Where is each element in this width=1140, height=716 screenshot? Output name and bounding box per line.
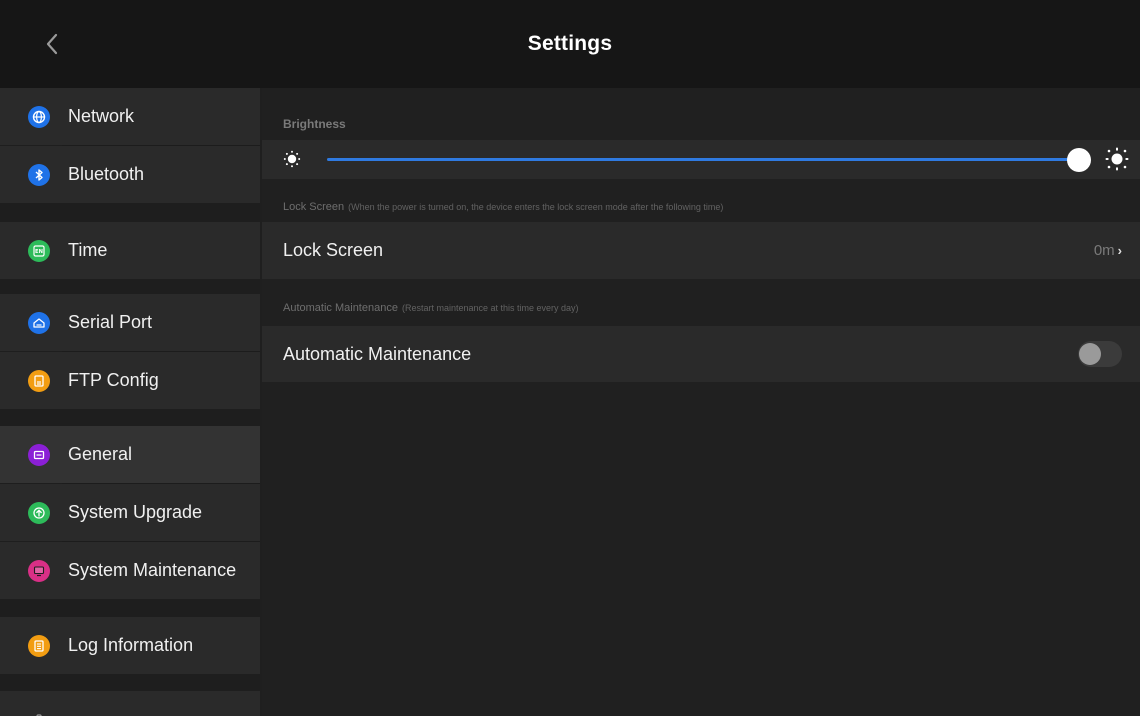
monitor-icon xyxy=(28,559,50,582)
settings-content: Brightness Lock Screen (When the power is… xyxy=(262,88,1140,716)
auto-maintenance-section-note: (Restart maintenance at this time every … xyxy=(401,303,579,313)
sidebar-item-partial[interactable] xyxy=(0,691,260,716)
sidebar-item-label: Time xyxy=(68,240,108,260)
brightness-row xyxy=(262,140,1140,179)
file-icon xyxy=(28,369,50,392)
chevron-left-icon xyxy=(46,33,58,55)
sidebar-item-log-information[interactable]: Log Information xyxy=(0,617,260,674)
sidebar-item-label: Serial Port xyxy=(68,312,153,332)
lock-screen-label: Lock Screen xyxy=(283,240,384,260)
sidebar-item-label: System Upgrade xyxy=(68,502,203,522)
sidebar-item-label: Network xyxy=(68,106,135,126)
auto-maintenance-section-title: Automatic Maintenance (Restart maintenanc… xyxy=(283,302,579,314)
brightness-label: Brightness xyxy=(283,117,346,131)
globe-icon xyxy=(28,105,50,128)
sidebar-item-system-upgrade[interactable]: System Upgrade xyxy=(0,484,260,541)
sidebar-item-label: System Maintenance xyxy=(68,560,237,580)
back-button[interactable] xyxy=(34,26,70,62)
svg-text:EN: EN xyxy=(35,249,43,255)
auto-maintenance-row: Automatic Maintenance xyxy=(262,326,1140,382)
lock-screen-section-title: Lock Screen (When the power is turned on,… xyxy=(283,201,723,213)
sidebar-item-label: Log Information xyxy=(68,635,194,655)
serial-port-icon xyxy=(28,311,50,334)
device-icon xyxy=(28,709,50,716)
sidebar-item-time[interactable]: EN Time xyxy=(0,222,260,279)
auto-maintenance-toggle[interactable] xyxy=(1078,341,1122,367)
brightness-low-icon xyxy=(283,150,301,168)
brightness-slider[interactable] xyxy=(327,158,1079,161)
lock-screen-section-note: (When the power is turned on, the device… xyxy=(348,202,724,212)
sidebar-item-label: FTP Config xyxy=(68,370,159,390)
lock-screen-section-label: Lock Screen xyxy=(283,201,345,213)
language-icon: EN xyxy=(28,239,50,262)
upgrade-icon xyxy=(28,501,50,524)
chevron-right-icon: › xyxy=(1117,243,1122,258)
toggle-knob xyxy=(1079,343,1101,365)
brightness-slider-handle[interactable] xyxy=(1067,148,1091,172)
brightness-section-title: Brightness xyxy=(283,117,346,131)
document-icon xyxy=(28,634,50,657)
page-title: Settings xyxy=(527,32,613,55)
sidebar-item-system-maintenance[interactable]: System Maintenance xyxy=(0,542,260,599)
sidebar-item-serial-port[interactable]: Serial Port xyxy=(0,294,260,351)
sidebar-item-ftp-config[interactable]: FTP Config xyxy=(0,352,260,409)
sidebar-item-label: General xyxy=(68,444,133,464)
sidebar-item-general[interactable]: General xyxy=(0,426,260,483)
brightness-high-icon xyxy=(1105,147,1129,171)
sidebar-item-bluetooth[interactable]: Bluetooth xyxy=(0,146,260,203)
sidebar: Network Bluetooth EN Time Serial Port FT… xyxy=(0,88,260,716)
auto-maintenance-label: Automatic Maintenance xyxy=(283,343,472,364)
sidebar-item-network[interactable]: Network xyxy=(0,88,260,145)
sidebar-item-label: Bluetooth xyxy=(68,164,145,184)
bluetooth-icon xyxy=(28,163,50,186)
auto-maintenance-section-label: Automatic Maintenance xyxy=(283,302,398,314)
app-header: Settings xyxy=(0,0,1140,88)
lock-screen-row[interactable]: Lock Screen 0m › xyxy=(262,222,1140,279)
lock-screen-time: 0m xyxy=(1093,242,1115,259)
general-icon xyxy=(28,443,50,466)
lock-screen-value: 0m › xyxy=(1094,242,1122,259)
